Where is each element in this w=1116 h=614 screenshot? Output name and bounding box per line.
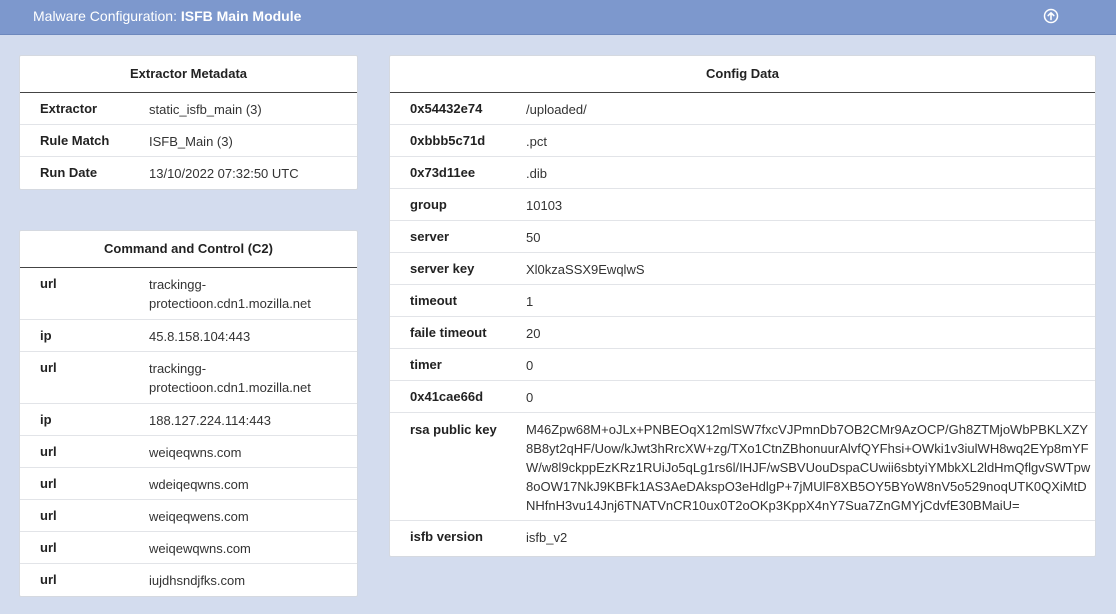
c2-row: ip 45.8.158.104:443 [20, 320, 357, 352]
c2-row: url wdeiqeqwns.com [20, 468, 357, 500]
config-value: .pct [526, 134, 547, 149]
c2-value: trackingg-protectioon.cdn1.mozilla.net [149, 277, 311, 311]
config-key: faile timeout [410, 325, 487, 340]
config-value: /uploaded/ [526, 102, 587, 117]
config-row: timer 0 [390, 349, 1095, 381]
c2-title: Command and Control (C2) [20, 231, 357, 268]
config-row: 0x41cae66d 0 [390, 381, 1095, 413]
c2-row: url trackingg-protectioon.cdn1.mozilla.n… [20, 352, 357, 404]
c2-value: iujdhsndjfks.com [149, 573, 246, 588]
config-value: isfb_v2 [526, 530, 568, 545]
c2-row: url weiqeqwens.com [20, 500, 357, 532]
config-row-rsa-key: rsa public key M46Zpw68M+oJLx+PNBEOqX12m… [390, 413, 1095, 521]
metadata-key: Extractor [40, 101, 98, 116]
config-key: 0x41cae66d [410, 389, 484, 404]
config-key: 0x54432e74 [410, 101, 483, 116]
config-row: 0xbbb5c71d .pct [390, 125, 1095, 157]
config-row: 0x73d11ee .dib [390, 157, 1095, 189]
extractor-metadata-panel: Extractor Metadata Extractor static_isfb… [19, 55, 358, 190]
c2-panel: Command and Control (C2) url trackingg-p… [19, 230, 358, 597]
config-value: .dib [526, 166, 547, 181]
c2-row: url trackingg-protectioon.cdn1.mozilla.n… [20, 268, 357, 320]
c2-key: url [40, 360, 57, 375]
config-value: Xl0kzaSSX9EwqlwS [526, 262, 645, 277]
config-key: isfb version [410, 529, 483, 544]
config-row: group 10103 [390, 189, 1095, 221]
c2-row: ip 188.127.224.114:443 [20, 404, 357, 436]
config-data-title: Config Data [390, 56, 1095, 93]
c2-value: weiqeqwns.com [149, 445, 242, 460]
c2-row: url weiqeqwns.com [20, 436, 357, 468]
metadata-row: Run Date 13/10/2022 07:32:50 UTC [20, 157, 357, 189]
config-value: 0 [526, 390, 534, 405]
c2-key: ip [40, 412, 52, 427]
c2-value: wdeiqeqwns.com [149, 477, 249, 492]
arrow-up-circle-icon[interactable] [1043, 8, 1059, 24]
metadata-row: Extractor static_isfb_main (3) [20, 93, 357, 125]
c2-value: 188.127.224.114:443 [149, 413, 271, 428]
config-key: server [410, 229, 450, 244]
config-row: 0x54432e74 /uploaded/ [390, 93, 1095, 125]
c2-value: 45.8.158.104:443 [149, 329, 251, 344]
c2-value: trackingg-protectioon.cdn1.mozilla.net [149, 361, 311, 395]
rsa-public-key-value: M46Zpw68M+oJLx+PNBEOqX12mlSW7fxcVJPmnDb7… [526, 422, 1091, 513]
config-value: 10103 [526, 198, 563, 213]
config-value: 20 [526, 326, 541, 341]
c2-key: url [40, 276, 57, 291]
config-value: 0 [526, 358, 534, 373]
config-row: isfb version isfb_v2 [390, 521, 1095, 553]
c2-key: url [40, 508, 57, 523]
c2-key: url [40, 572, 57, 587]
c2-value: weiqeqwens.com [149, 509, 249, 524]
metadata-key: Run Date [40, 165, 98, 180]
c2-key: url [40, 540, 57, 555]
c2-row: url weiqewqwns.com [20, 532, 357, 564]
metadata-key: Rule Match [40, 133, 110, 148]
metadata-value: static_isfb_main (3) [149, 102, 262, 117]
config-key: rsa public key [410, 422, 497, 437]
top-bar: Malware Configuration: ISFB Main Module [0, 0, 1116, 35]
extractor-metadata-title: Extractor Metadata [20, 56, 357, 93]
c2-key: url [40, 444, 57, 459]
config-key: group [410, 197, 447, 212]
config-key: timeout [410, 293, 457, 308]
page-title: Malware Configuration: ISFB Main Module [33, 8, 302, 24]
config-row: server 50 [390, 221, 1095, 253]
c2-value: weiqewqwns.com [149, 541, 251, 556]
config-data-panel: Config Data 0x54432e74 /uploaded/ 0xbbb5… [389, 55, 1096, 557]
config-row: server key Xl0kzaSSX9EwqlwS [390, 253, 1095, 285]
config-key: 0x73d11ee [410, 165, 476, 180]
config-key: timer [410, 357, 442, 372]
config-value: 50 [526, 230, 541, 245]
config-key: server key [410, 261, 475, 276]
metadata-value: ISFB_Main (3) [149, 134, 233, 149]
metadata-value: 13/10/2022 07:32:50 UTC [149, 166, 299, 181]
c2-key: url [40, 476, 57, 491]
config-row: faile timeout 20 [390, 317, 1095, 349]
metadata-row: Rule Match ISFB_Main (3) [20, 125, 357, 157]
c2-row: url iujdhsndjfks.com [20, 564, 357, 596]
config-row: timeout 1 [390, 285, 1095, 317]
config-key: 0xbbb5c71d [410, 133, 486, 148]
c2-key: ip [40, 328, 52, 343]
config-value: 1 [526, 294, 534, 309]
